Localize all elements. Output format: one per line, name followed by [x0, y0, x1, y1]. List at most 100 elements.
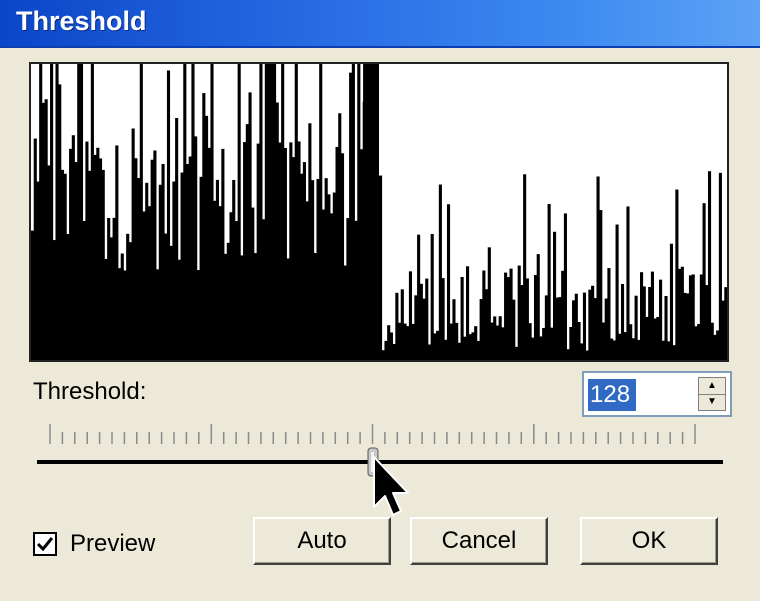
histogram-bar: [346, 218, 350, 360]
histogram-bar: [305, 201, 309, 360]
histogram-bar: [520, 285, 524, 360]
histogram-bar: [634, 295, 638, 360]
histogram-bar: [79, 64, 84, 360]
histogram-bar: [678, 268, 682, 360]
histogram-bar: [340, 153, 345, 360]
histogram-bar: [281, 64, 285, 360]
histogram-bar: [85, 141, 89, 360]
histogram-bar: [229, 212, 233, 360]
histogram-bar: [166, 70, 171, 360]
histogram-bar: [618, 333, 622, 360]
histogram-bar: [164, 233, 168, 360]
histogram-bar: [101, 169, 105, 360]
cancel-button[interactable]: Cancel: [410, 517, 548, 565]
histogram-bar: [218, 206, 222, 360]
histogram-bar: [436, 330, 440, 360]
histogram-bar: [90, 64, 94, 360]
histogram-bar: [487, 247, 491, 360]
histogram-bar: [115, 145, 119, 360]
histogram-bar: [150, 159, 154, 360]
histogram-bar: [615, 224, 619, 360]
histogram-bar: [509, 268, 513, 360]
title-bar[interactable]: Threshold: [0, 0, 760, 48]
histogram-bar: [308, 123, 312, 360]
histogram-bar: [710, 322, 714, 360]
histogram-bar: [525, 278, 529, 360]
histogram-bar: [474, 326, 478, 360]
histogram-bar: [593, 298, 597, 360]
histogram-bar: [172, 181, 176, 360]
histogram-bar: [264, 64, 268, 360]
histogram-bar: [118, 268, 122, 360]
preview-checkbox[interactable]: [33, 532, 57, 556]
histogram-bar: [319, 64, 323, 360]
histogram-bar: [414, 295, 418, 360]
histogram-bar: [33, 138, 37, 360]
histogram-bar: [215, 179, 219, 360]
histogram-bar: [185, 164, 190, 360]
spin-down-arrow-icon[interactable]: ▼: [698, 394, 726, 411]
histogram-bar: [199, 176, 203, 360]
histogram-bar: [640, 272, 644, 360]
histogram-bar: [563, 213, 567, 360]
histogram-bar: [292, 157, 296, 360]
histogram-bar: [637, 339, 641, 360]
histogram-bar: [316, 178, 320, 360]
threshold-value-field[interactable]: 128: [588, 379, 637, 411]
histogram-bar: [683, 292, 687, 360]
histogram-bar: [514, 346, 519, 360]
threshold-spinner[interactable]: 128 ▲ ▼: [582, 371, 732, 417]
histogram-bar: [137, 178, 141, 360]
histogram-bar: [44, 99, 48, 360]
histogram-bar: [77, 64, 81, 360]
histogram-bar: [131, 128, 135, 360]
histogram-bar: [158, 184, 162, 360]
histogram-bar: [533, 275, 538, 360]
histogram-bar: [156, 269, 160, 360]
histogram-bar: [697, 324, 701, 360]
threshold-label: Threshold:: [33, 378, 147, 405]
histogram-bar: [699, 274, 703, 360]
histogram-bar: [411, 323, 415, 360]
histogram-bar: [232, 179, 236, 360]
histogram: [29, 62, 729, 362]
histogram-bar: [147, 206, 152, 360]
histogram-bar: [392, 343, 396, 360]
histogram-bar: [58, 84, 62, 360]
histogram-bar: [332, 192, 336, 360]
histogram-bar: [267, 64, 271, 360]
histogram-bar: [406, 326, 410, 360]
auto-button[interactable]: Auto: [253, 517, 391, 565]
histogram-bar: [169, 245, 173, 360]
histogram-bar: [620, 283, 625, 360]
histogram-bar: [109, 237, 113, 360]
histogram-bar: [194, 136, 198, 360]
preview-toggle[interactable]: Preview: [33, 530, 155, 558]
histogram-bar: [419, 283, 423, 360]
histogram-bar: [626, 206, 630, 360]
histogram-bar: [577, 321, 581, 360]
histogram-bar: [495, 325, 500, 360]
histogram-bar: [672, 345, 676, 360]
histogram-bar: [311, 180, 315, 360]
histogram-bar: [574, 293, 578, 360]
histogram-bar: [604, 298, 608, 360]
histogram-bar: [498, 316, 502, 360]
histogram-bar: [661, 340, 665, 360]
histogram-bar: [256, 143, 260, 360]
histogram-bar: [542, 327, 546, 360]
histogram-bar: [134, 158, 138, 360]
histogram-bar: [354, 220, 358, 360]
histogram-bar: [297, 141, 301, 360]
histogram-bar: [188, 156, 192, 360]
histogram-bar: [324, 178, 328, 360]
histogram-bar: [126, 233, 130, 360]
histogram-bar: [272, 64, 277, 360]
histogram-bar: [39, 64, 43, 360]
ok-button[interactable]: OK: [580, 517, 718, 565]
histogram-bar: [523, 174, 527, 360]
histogram-bar: [183, 64, 187, 360]
histogram-bar: [104, 258, 108, 360]
histogram-bar: [642, 286, 646, 360]
spin-up-arrow-icon[interactable]: ▲: [698, 377, 726, 395]
